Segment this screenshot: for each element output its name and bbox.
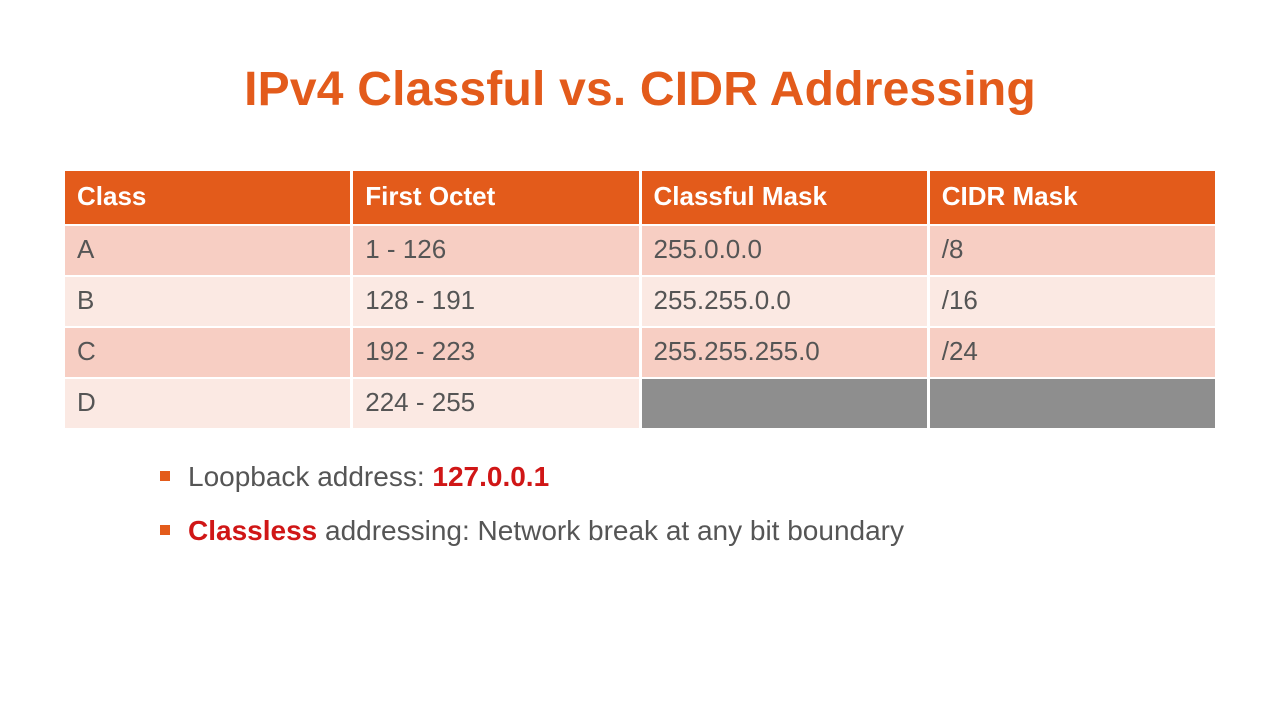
table-row: D 224 - 255: [65, 379, 1215, 428]
cell-class: A: [65, 226, 350, 275]
cell-first-octet: 192 - 223: [353, 328, 638, 377]
slide-title: IPv4 Classful vs. CIDR Addressing: [0, 62, 1280, 117]
table-row: B 128 - 191 255.255.0.0 /16: [65, 277, 1215, 326]
table-header-row: Class First Octet Classful Mask CIDR Mas…: [65, 171, 1215, 224]
cell-cidr-mask: /8: [930, 226, 1215, 275]
bullet-post: addressing: Network break at any bit bou…: [317, 515, 904, 546]
bullet-pre: Loopback address:: [188, 461, 432, 492]
bullet-item: Classless addressing: Network break at a…: [160, 512, 1280, 550]
col-header-first-octet: First Octet: [353, 171, 638, 224]
square-bullet-icon: [160, 471, 170, 481]
col-header-class: Class: [65, 171, 350, 224]
col-header-cidr-mask: CIDR Mask: [930, 171, 1215, 224]
cell-cidr-mask: /16: [930, 277, 1215, 326]
cell-classful-mask: 255.0.0.0: [642, 226, 927, 275]
ip-class-table: Class First Octet Classful Mask CIDR Mas…: [62, 169, 1218, 430]
bullet-text: Loopback address: 127.0.0.1: [188, 458, 549, 496]
bullet-emphasis: 127.0.0.1: [432, 461, 549, 492]
bullet-list: Loopback address: 127.0.0.1 Classless ad…: [160, 458, 1280, 550]
cell-classful-mask: 255.255.0.0: [642, 277, 927, 326]
table-container: Class First Octet Classful Mask CIDR Mas…: [62, 169, 1218, 430]
cell-class: B: [65, 277, 350, 326]
cell-first-octet: 1 - 126: [353, 226, 638, 275]
cell-class: C: [65, 328, 350, 377]
cell-classful-mask-empty: [642, 379, 927, 428]
table-row: C 192 - 223 255.255.255.0 /24: [65, 328, 1215, 377]
bullet-text: Classless addressing: Network break at a…: [188, 512, 904, 550]
cell-first-octet: 224 - 255: [353, 379, 638, 428]
cell-class: D: [65, 379, 350, 428]
square-bullet-icon: [160, 525, 170, 535]
cell-first-octet: 128 - 191: [353, 277, 638, 326]
bullet-emphasis: Classless: [188, 515, 317, 546]
cell-cidr-mask-empty: [930, 379, 1215, 428]
slide: IPv4 Classful vs. CIDR Addressing Class …: [0, 62, 1280, 720]
bullet-item: Loopback address: 127.0.0.1: [160, 458, 1280, 496]
table-row: A 1 - 126 255.0.0.0 /8: [65, 226, 1215, 275]
col-header-classful-mask: Classful Mask: [642, 171, 927, 224]
cell-cidr-mask: /24: [930, 328, 1215, 377]
cell-classful-mask: 255.255.255.0: [642, 328, 927, 377]
